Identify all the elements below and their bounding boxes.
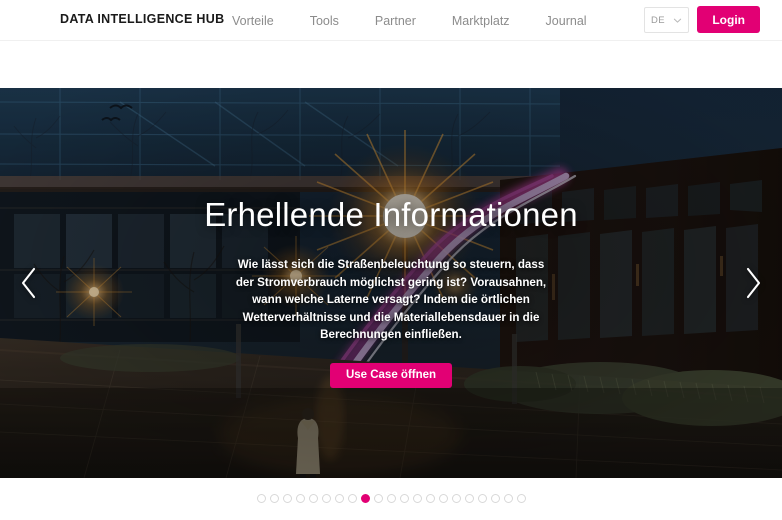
carousel-dot[interactable] bbox=[295, 494, 305, 503]
carousel-dot[interactable] bbox=[503, 494, 513, 503]
carousel-dot[interactable] bbox=[308, 494, 318, 503]
carousel-dot[interactable] bbox=[399, 494, 409, 503]
carousel-prev-button[interactable] bbox=[10, 257, 48, 309]
chevron-down-icon bbox=[673, 16, 682, 25]
carousel-dot-active[interactable] bbox=[360, 494, 370, 503]
carousel-dot[interactable] bbox=[321, 494, 331, 503]
carousel-dot[interactable] bbox=[282, 494, 292, 503]
language-selector[interactable]: DE bbox=[644, 7, 689, 33]
carousel-dot[interactable] bbox=[347, 494, 357, 503]
carousel-dot[interactable] bbox=[386, 494, 396, 503]
carousel-dot[interactable] bbox=[451, 494, 461, 503]
carousel-dot[interactable] bbox=[438, 494, 448, 503]
carousel-dot[interactable] bbox=[464, 494, 474, 503]
carousel-dot[interactable] bbox=[373, 494, 383, 503]
open-use-case-button[interactable]: Use Case öffnen bbox=[329, 362, 453, 388]
chevron-left-icon bbox=[19, 266, 39, 300]
carousel-dot[interactable] bbox=[269, 494, 279, 503]
carousel-next-button[interactable] bbox=[734, 257, 772, 309]
nav-item-partner[interactable]: Partner bbox=[357, 14, 434, 28]
main-navigation: Vorteile Tools Partner Marktplatz Journa… bbox=[232, 0, 605, 41]
carousel-dot[interactable] bbox=[425, 494, 435, 503]
carousel-dot[interactable] bbox=[256, 494, 266, 503]
hero-description: Wie lässt sich die Straßenbeleuchtung so… bbox=[235, 258, 547, 341]
carousel-pagination bbox=[0, 478, 782, 519]
site-logo[interactable]: DATA INTELLIGENCE HUB bbox=[60, 12, 224, 26]
login-button[interactable]: Login bbox=[697, 6, 760, 33]
nav-item-vorteile[interactable]: Vorteile bbox=[232, 14, 292, 28]
carousel-dot[interactable] bbox=[477, 494, 487, 503]
site-header: DATA INTELLIGENCE HUB Vorteile Tools Par… bbox=[0, 0, 782, 41]
nav-item-marktplatz[interactable]: Marktplatz bbox=[434, 14, 528, 28]
language-selector-value: DE bbox=[651, 14, 665, 26]
carousel-dot[interactable] bbox=[516, 494, 526, 503]
hero-content: Erhellende Informationen Wie lässt sich … bbox=[0, 196, 782, 388]
hero-cta-wrapper: Use Case öffnen bbox=[0, 362, 782, 388]
header-spacer bbox=[0, 41, 782, 88]
carousel-dot[interactable] bbox=[334, 494, 344, 503]
hero-carousel-slide: Erhellende Informationen Wie lässt sich … bbox=[0, 88, 782, 478]
carousel-dot[interactable] bbox=[412, 494, 422, 503]
nav-item-journal[interactable]: Journal bbox=[528, 14, 605, 28]
hero-title: Erhellende Informationen bbox=[204, 196, 578, 233]
chevron-right-icon bbox=[743, 266, 763, 300]
nav-item-tools[interactable]: Tools bbox=[292, 14, 357, 28]
carousel-dot[interactable] bbox=[490, 494, 500, 503]
